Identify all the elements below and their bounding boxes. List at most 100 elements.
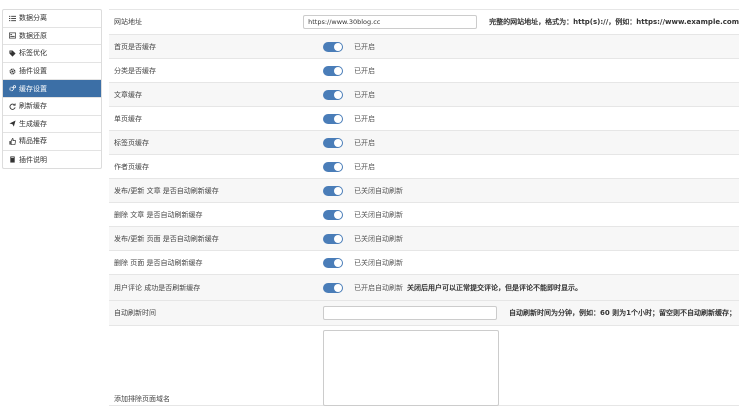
- toggle-switch[interactable]: [323, 41, 343, 52]
- sidebar-item-1[interactable]: 数据还原: [3, 28, 101, 46]
- toggle-knob: [334, 66, 342, 75]
- toggle-field: 已关闭自动刷新: [319, 233, 739, 244]
- toggle-row: 用户评论 成功是否刷新缓存 已开启自动刷新 关闭后用户可以正常提交评论，但是评论不能…: [109, 275, 739, 301]
- sidebar-item-label: 标签优化: [19, 49, 47, 58]
- toggle-state-text: 已关闭自动刷新: [354, 258, 403, 267]
- sidebar-item-7[interactable]: 精品推荐: [3, 133, 101, 151]
- toggle-row: 发布/更新 文章 是否自动刷新缓存 已关闭自动刷新: [109, 179, 739, 203]
- toggle-field: 已开启: [319, 41, 739, 52]
- toggle-state-text: 已开启: [354, 138, 375, 147]
- site-url-row: 网站地址 完整的网站地址，格式为：http(s)://，例如：https://w…: [109, 10, 739, 35]
- toggle-knob: [334, 210, 342, 219]
- sidebar-item-8[interactable]: 插件说明: [3, 151, 101, 169]
- toggle-switch[interactable]: [323, 137, 343, 148]
- site-url-hint: 完整的网站地址，格式为：http(s)://，例如：https://www.ex…: [489, 18, 739, 26]
- toggle-state-text: 已开启: [354, 162, 375, 171]
- toggle-row: 首页是否缓存 已开启: [109, 35, 739, 59]
- toggle-state-text: 已开启: [354, 66, 375, 75]
- gear-icon: [8, 67, 16, 75]
- toggle-row: 分类是否缓存 已开启: [109, 59, 739, 83]
- toggle-hint: 关闭后用户可以正常提交评论，但是评论不能即时显示。: [407, 283, 582, 292]
- toggle-row-label: 分类是否缓存: [114, 66, 156, 75]
- refresh-icon: [8, 102, 16, 110]
- toggle-switch[interactable]: [323, 65, 343, 76]
- exclude-domain-row: 添加排除页面域名: [109, 326, 739, 406]
- sidebar-item-label: 刷新缓存: [19, 102, 47, 111]
- toggle-row: 单页缓存 已开启: [109, 107, 739, 131]
- sidebar-item-label: 缓存设置: [19, 84, 47, 93]
- toggle-row: 作者页缓存 已开启: [109, 155, 739, 179]
- toggle-switch[interactable]: [323, 209, 343, 220]
- sidebar-nav: 数据分离数据还原标签优化插件设置缓存设置刷新缓存生成缓存精品推荐插件说明: [2, 9, 102, 170]
- sidebar-item-label: 插件说明: [19, 155, 47, 164]
- restore-icon: [8, 32, 16, 40]
- toggle-field: 已开启: [319, 113, 739, 124]
- toggle-row-label: 文章缓存: [114, 90, 142, 99]
- exclude-domain-field: [319, 326, 739, 406]
- refresh-time-field: 自动刷新时间为分钟，例如：60 则为1个小时；留空则不自动刷新缓存；: [319, 306, 739, 320]
- refresh-time-input[interactable]: [323, 306, 497, 320]
- sidebar-item-label: 数据分离: [19, 14, 47, 23]
- toggle-row-label: 用户评论 成功是否刷新缓存: [114, 283, 201, 292]
- toggle-field: 已开启: [319, 65, 739, 76]
- toggle-state-text: 已开启: [354, 90, 375, 99]
- toggle-knob: [334, 283, 342, 292]
- sidebar-item-label: 插件设置: [19, 67, 47, 76]
- toggle-row-label: 作者页缓存: [114, 162, 149, 171]
- toggle-field: 已开启自动刷新 关闭后用户可以正常提交评论，但是评论不能即时显示。: [319, 282, 739, 293]
- list-icon: [8, 14, 16, 22]
- toggle-knob: [334, 42, 342, 51]
- toggle-state-text: 已开启自动刷新: [354, 283, 403, 292]
- paper-plane-icon: [8, 120, 16, 128]
- toggle-knob: [334, 114, 342, 123]
- sidebar-item-label: 生成缓存: [19, 119, 47, 128]
- toggle-switch[interactable]: [323, 282, 343, 293]
- sidebar-item-label: 数据还原: [19, 31, 47, 40]
- toggle-switch[interactable]: [323, 185, 343, 196]
- exclude-domain-textarea[interactable]: [323, 330, 499, 406]
- toggle-row: 删除 页面 是否自动刷新缓存 已关闭自动刷新: [109, 251, 739, 275]
- toggle-state-text: 已开启: [354, 114, 375, 123]
- toggle-row: 发布/更新 页面 是否自动刷新缓存 已关闭自动刷新: [109, 227, 739, 251]
- toggle-state-text: 已关闭自动刷新: [354, 186, 403, 195]
- toggle-row: 标签页缓存 已开启: [109, 131, 739, 155]
- toggle-row-label: 首页是否缓存: [114, 42, 156, 51]
- toggle-knob: [334, 258, 342, 267]
- sidebar-item-6[interactable]: 生成缓存: [3, 116, 101, 134]
- toggle-state-text: 已开启: [354, 42, 375, 51]
- toggle-field: 已开启: [319, 137, 739, 148]
- toggle-switch[interactable]: [323, 113, 343, 124]
- toggle-knob: [334, 90, 342, 99]
- toggle-row-label: 删除 页面 是否自动刷新缓存: [114, 258, 203, 267]
- sidebar-item-3[interactable]: 插件设置: [3, 63, 101, 81]
- toggle-field: 已关闭自动刷新: [319, 185, 739, 196]
- toggle-field: 已开启: [319, 89, 739, 100]
- toggle-switch[interactable]: [323, 257, 343, 268]
- sidebar-item-5[interactable]: 刷新缓存: [3, 98, 101, 116]
- sidebar-item-2[interactable]: 标签优化: [3, 45, 101, 63]
- sidebar-item-label: 精品推荐: [19, 137, 47, 146]
- toggle-state-text: 已关闭自动刷新: [354, 210, 403, 219]
- toggle-field: 已开启: [319, 161, 739, 172]
- refresh-time-row: 自动刷新时间 自动刷新时间为分钟，例如：60 则为1个小时；留空则不自动刷新缓存…: [109, 301, 739, 326]
- toggle-switch[interactable]: [323, 233, 343, 244]
- toggle-row-label: 发布/更新 页面 是否自动刷新缓存: [114, 234, 219, 243]
- site-url-input[interactable]: [303, 15, 478, 29]
- toggle-switch[interactable]: [323, 161, 343, 172]
- toggle-field: 已关闭自动刷新: [319, 209, 739, 220]
- toggle-row-label: 标签页缓存: [114, 138, 149, 147]
- site-url-field: 完整的网站地址，格式为：http(s)://，例如：https://www.ex…: [299, 15, 739, 29]
- toggle-row-label: 单页缓存: [114, 114, 142, 123]
- toggle-row-label: 发布/更新 文章 是否自动刷新缓存: [114, 186, 219, 195]
- toggle-switch[interactable]: [323, 89, 343, 100]
- cogs-icon: [8, 85, 16, 93]
- cache-settings-form: 网站地址 完整的网站地址，格式为：http(s)://，例如：https://w…: [109, 9, 739, 406]
- toggle-field: 已关闭自动刷新: [319, 257, 739, 268]
- sidebar-item-4[interactable]: 缓存设置: [3, 80, 101, 98]
- site-url-label: 网站地址: [114, 18, 142, 26]
- thumbs-up-icon: [8, 137, 16, 145]
- toggle-knob: [334, 234, 342, 243]
- sidebar-item-0[interactable]: 数据分离: [3, 10, 101, 28]
- toggle-knob: [334, 162, 342, 171]
- refresh-time-hint: 自动刷新时间为分钟，例如：60 则为1个小时；留空则不自动刷新缓存；: [509, 309, 737, 317]
